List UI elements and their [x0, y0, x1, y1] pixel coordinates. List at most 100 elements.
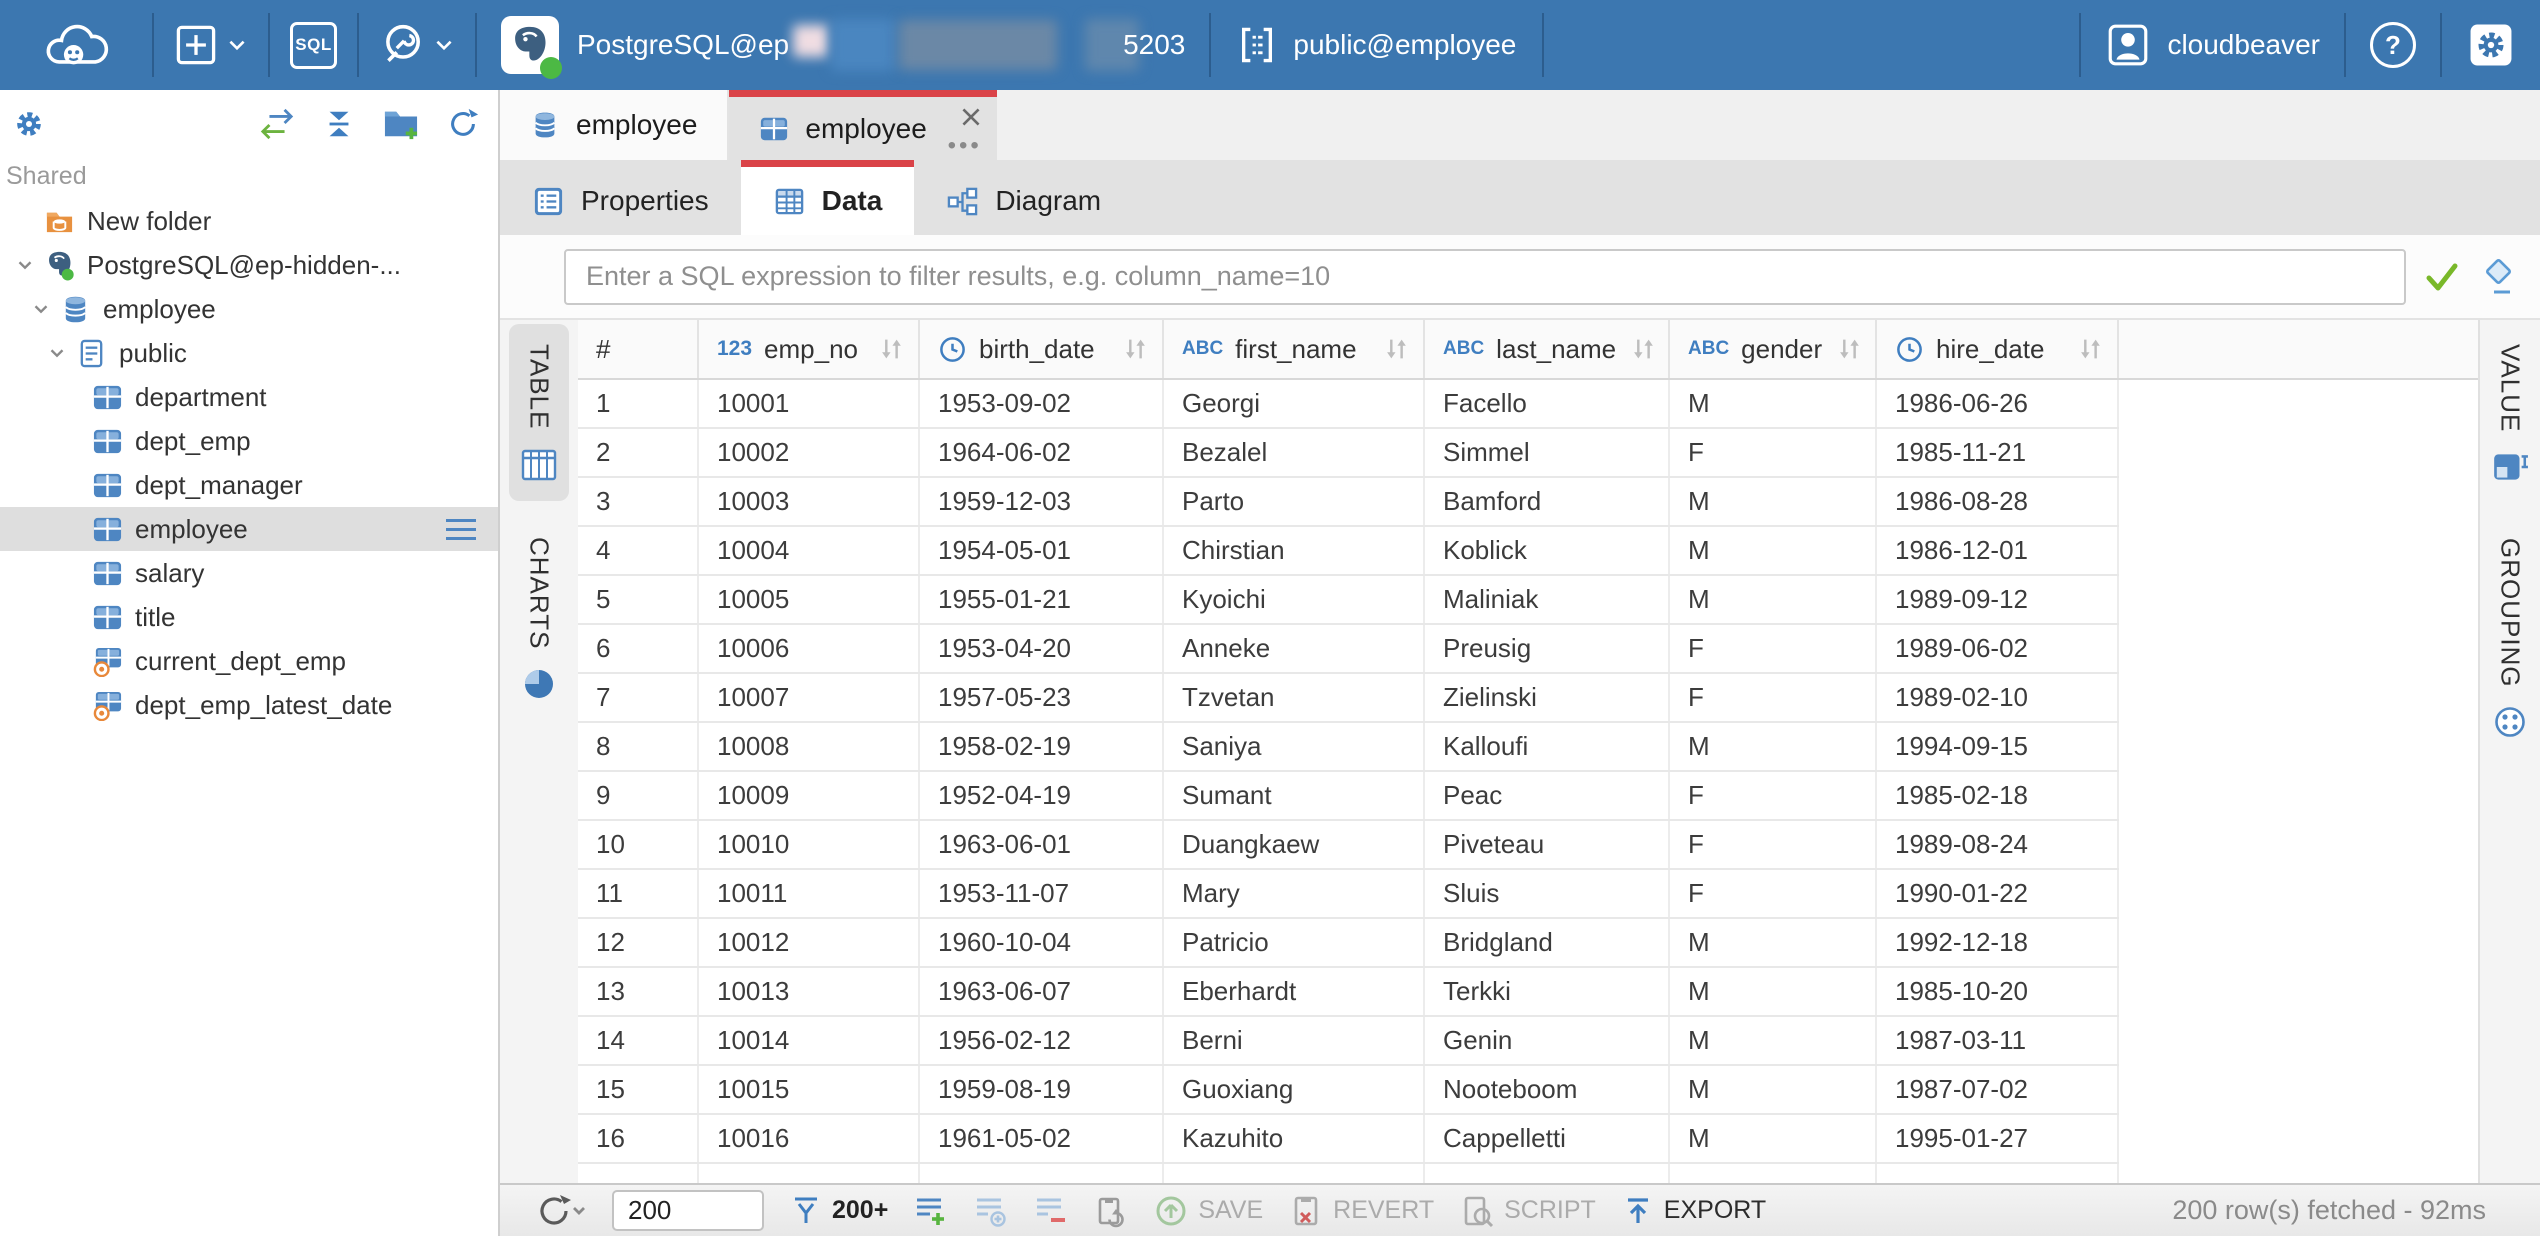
data-cell[interactable]: 1957-05-23 — [920, 674, 1164, 721]
delete-row-button[interactable] — [1034, 1194, 1068, 1228]
data-cell[interactable]: 1952-04-19 — [920, 772, 1164, 819]
data-cell[interactable]: M — [1670, 919, 1877, 966]
sort-icon[interactable] — [2075, 334, 2105, 364]
data-cell[interactable]: Kazuhito — [1164, 1115, 1425, 1162]
data-cell[interactable]: 1985-11-21 — [1877, 429, 2119, 476]
cloudbeaver-logo[interactable] — [0, 0, 152, 90]
data-cell[interactable]: Kalloufi — [1425, 723, 1670, 770]
tree-item-dept-emp-latest-date[interactable]: dept_emp_latest_date — [0, 683, 498, 727]
data-cell[interactable]: 1985-02-18 — [1877, 772, 2119, 819]
data-cell[interactable]: Sumant — [1164, 772, 1425, 819]
data-cell[interactable]: 10010 — [699, 821, 920, 868]
data-cell[interactable]: M — [1670, 723, 1877, 770]
column-header-hire_date[interactable]: hire_date — [1877, 320, 2119, 378]
save-button[interactable]: SAVE — [1154, 1194, 1263, 1228]
editor-tab-employee-data[interactable]: employee ••• — [729, 90, 996, 160]
link-with-editor-button[interactable] — [258, 107, 296, 141]
apply-changes-button[interactable] — [1094, 1194, 1128, 1228]
data-cell[interactable]: 10008 — [699, 723, 920, 770]
data-cell[interactable]: 10007 — [699, 674, 920, 721]
sort-icon[interactable] — [1381, 334, 1411, 364]
duplicate-row-button[interactable] — [974, 1194, 1008, 1228]
tree-item-department[interactable]: department — [0, 375, 498, 419]
tree-item-salary[interactable]: salary — [0, 551, 498, 595]
data-cell[interactable]: Peac — [1425, 772, 1670, 819]
row-number-cell[interactable]: 5 — [578, 576, 699, 623]
row-limit-input[interactable] — [612, 1190, 764, 1231]
row-number-cell[interactable]: 4 — [578, 527, 699, 574]
data-cell[interactable]: 1986-06-26 — [1877, 380, 2119, 427]
sort-icon[interactable] — [1834, 334, 1864, 364]
data-cell[interactable]: 1963-06-07 — [920, 968, 1164, 1015]
data-cell[interactable]: Facello — [1425, 380, 1670, 427]
data-cell[interactable]: Anneke — [1164, 625, 1425, 672]
data-cell[interactable]: 10015 — [699, 1066, 920, 1113]
tree-item-employee[interactable]: employee — [0, 507, 498, 551]
chevron-down-icon[interactable] — [28, 298, 54, 320]
script-button[interactable]: SCRIPT — [1460, 1194, 1596, 1228]
data-cell[interactable]: M — [1670, 968, 1877, 1015]
data-cell[interactable]: 10009 — [699, 772, 920, 819]
tree-item-title[interactable]: title — [0, 595, 498, 639]
tab-diagram[interactable]: Diagram — [914, 160, 1133, 235]
data-cell[interactable]: 1960-10-04 — [920, 919, 1164, 966]
data-cell[interactable]: M — [1670, 527, 1877, 574]
row-number-cell[interactable]: 11 — [578, 870, 699, 917]
data-cell[interactable]: 1994-09-15 — [1877, 723, 2119, 770]
data-cell[interactable]: 1959-12-03 — [920, 478, 1164, 525]
panel-tab-grouping[interactable]: GROUPING — [2480, 518, 2540, 756]
data-cell[interactable]: 10013 — [699, 968, 920, 1015]
column-header-gender[interactable]: ABCgender — [1670, 320, 1877, 378]
chevron-down-icon[interactable] — [12, 254, 38, 276]
data-cell[interactable]: Tzvetan — [1164, 674, 1425, 721]
export-button[interactable]: EXPORT — [1622, 1195, 1766, 1227]
chevron-down-icon[interactable] — [44, 342, 70, 364]
data-cell[interactable]: Georgi — [1164, 380, 1425, 427]
data-cell[interactable]: M — [1670, 1017, 1877, 1064]
sort-icon[interactable] — [1120, 334, 1150, 364]
data-cell[interactable]: Bridgland — [1425, 919, 1670, 966]
data-cell[interactable]: M — [1670, 1066, 1877, 1113]
data-cell[interactable]: 1986-08-28 — [1877, 478, 2119, 525]
data-cell[interactable]: Terkki — [1425, 968, 1670, 1015]
data-cell[interactable]: Sluis — [1425, 870, 1670, 917]
tree-item-postgresql-ep-hidden-[interactable]: PostgreSQL@ep-hidden-... — [0, 243, 498, 287]
data-cell[interactable]: F — [1670, 625, 1877, 672]
data-cell[interactable]: F — [1670, 870, 1877, 917]
data-cell[interactable]: M — [1670, 1115, 1877, 1162]
collapse-all-button[interactable] — [322, 107, 356, 141]
data-cell[interactable]: 1989-02-10 — [1877, 674, 2119, 721]
data-cell[interactable]: M — [1670, 478, 1877, 525]
close-tab-icon[interactable] — [958, 104, 984, 130]
data-cell[interactable]: 1953-09-02 — [920, 380, 1164, 427]
data-cell[interactable]: Simmel — [1425, 429, 1670, 476]
data-cell[interactable]: F — [1670, 674, 1877, 721]
sidebar-settings-button[interactable] — [12, 107, 46, 141]
data-cell[interactable]: 10002 — [699, 429, 920, 476]
new-connection-button[interactable] — [154, 0, 268, 90]
tab-properties[interactable]: Properties — [500, 160, 741, 235]
data-cell[interactable]: 1955-01-21 — [920, 576, 1164, 623]
data-cell[interactable]: Genin — [1425, 1017, 1670, 1064]
data-cell[interactable]: 1959-08-19 — [920, 1066, 1164, 1113]
data-cell[interactable]: Duangkaew — [1164, 821, 1425, 868]
sort-icon[interactable] — [1628, 334, 1658, 364]
sql-editor-button[interactable]: SQL — [270, 0, 357, 90]
data-cell[interactable]: 1964-06-02 — [920, 429, 1164, 476]
data-cell[interactable]: M — [1670, 576, 1877, 623]
tab-menu-dots-icon[interactable]: ••• — [948, 134, 982, 158]
data-cell[interactable]: F — [1670, 429, 1877, 476]
row-number-cell[interactable]: 3 — [578, 478, 699, 525]
data-cell[interactable]: 1985-10-20 — [1877, 968, 2119, 1015]
tree-item-employee[interactable]: employee — [0, 287, 498, 331]
data-cell[interactable]: Chirstian — [1164, 527, 1425, 574]
panel-tab-value[interactable]: VALUE — [2480, 324, 2540, 502]
data-cell[interactable]: 1958-02-19 — [920, 723, 1164, 770]
help-button[interactable]: ? — [2346, 0, 2440, 90]
data-cell[interactable]: Mary — [1164, 870, 1425, 917]
data-cell[interactable]: 10016 — [699, 1115, 920, 1162]
data-cell[interactable]: 1989-09-12 — [1877, 576, 2119, 623]
presentation-tab-charts[interactable]: CHARTS — [509, 517, 569, 717]
data-cell[interactable]: 10001 — [699, 380, 920, 427]
data-cell[interactable]: 1986-12-01 — [1877, 527, 2119, 574]
